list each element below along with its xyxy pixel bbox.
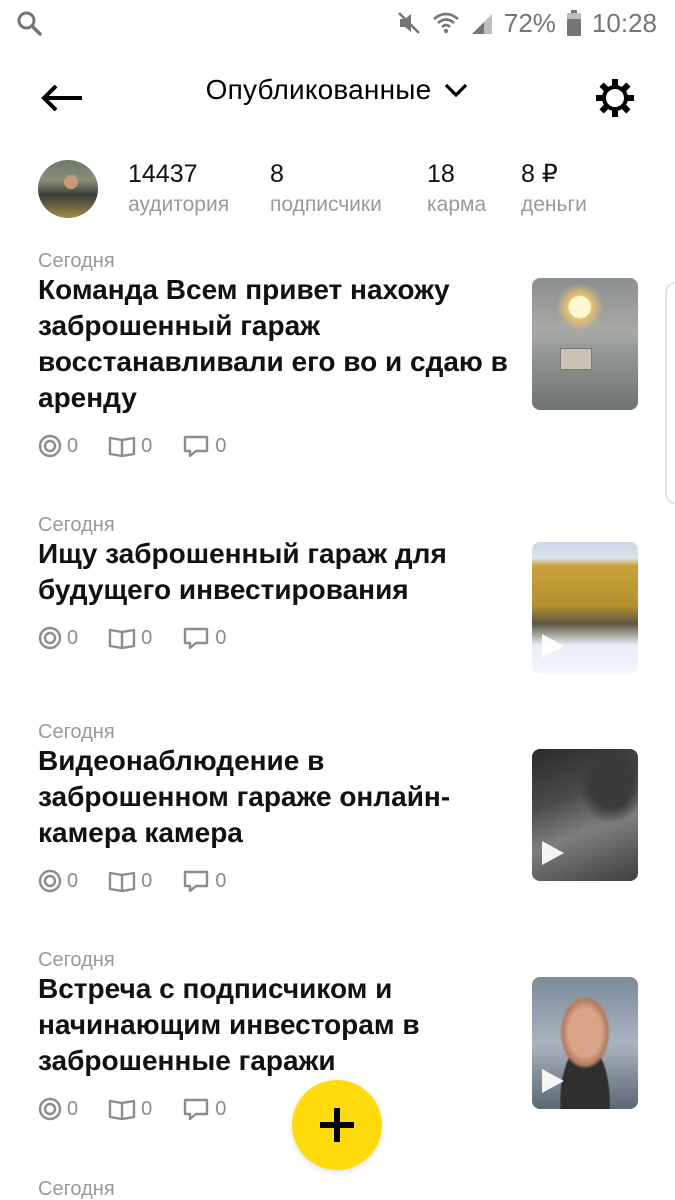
comments-count: 0: [215, 869, 227, 892]
reads-count: 0: [141, 869, 153, 892]
book-icon: [108, 871, 136, 892]
publication-card[interactable]: Сегодня Видеонаблюдение в заброшенном га…: [0, 721, 675, 921]
edge-panel-handle[interactable]: [665, 282, 675, 504]
publication-card[interactable]: Сегодня Ищу заброшенный гараж для будуще…: [0, 514, 675, 684]
views-metric: 0: [38, 1097, 78, 1121]
comments-metric: 0: [182, 626, 226, 650]
views-icon: [38, 626, 62, 650]
comment-icon: [184, 435, 209, 458]
stat-label: подписчики: [270, 193, 382, 216]
publication-date: Сегодня: [38, 721, 115, 743]
publication-filter-dropdown[interactable]: Опубликованные: [0, 74, 675, 106]
publication-title: Встреча с подписчиком и начинающим инвес…: [38, 973, 420, 1076]
avatar[interactable]: [38, 160, 98, 218]
views-count: 0: [67, 869, 79, 892]
reads-metric: 0: [108, 870, 152, 893]
publication-title: Команда Всем привет нахожу заброшенный г…: [38, 274, 508, 413]
profile-stats: 14437 аудитория 8 подписчики 18 карма 8 …: [0, 160, 675, 220]
comment-icon: [184, 1098, 209, 1121]
reads-metric: 0: [108, 435, 152, 458]
stat-audience[interactable]: 14437 аудитория: [128, 160, 229, 220]
views-count: 0: [67, 434, 79, 457]
stat-value: 14437: [128, 160, 198, 188]
views-icon: [38, 869, 62, 893]
book-icon: [108, 628, 136, 649]
search-icon[interactable]: [16, 10, 42, 36]
publication-metrics: 0 0 0: [38, 869, 226, 893]
views-icon: [38, 434, 62, 458]
publication-thumbnail: [532, 749, 638, 881]
comments-metric: 0: [182, 869, 226, 893]
publication-date: Сегодня: [38, 1178, 115, 1200]
comment-icon: [184, 870, 209, 893]
publication-card[interactable]: Сегодня Команда Всем привет нахожу забро…: [0, 250, 675, 470]
stat-label: аудитория: [128, 193, 230, 216]
create-publication-button[interactable]: [292, 1080, 382, 1170]
publication-date: Сегодня: [38, 514, 115, 536]
wifi-icon: [433, 12, 459, 34]
publication-date: Сегодня: [38, 250, 115, 272]
comments-count: 0: [215, 434, 227, 457]
stat-label: карма: [427, 193, 487, 216]
play-icon: [542, 1069, 564, 1093]
publication-thumbnail: [532, 977, 638, 1109]
publication-metrics: 0 0 0: [38, 434, 226, 458]
book-icon: [108, 436, 136, 457]
publication-metrics: 0 0 0: [38, 1097, 226, 1121]
views-metric: 0: [38, 626, 78, 650]
battery-icon: [566, 10, 581, 36]
views-count: 0: [67, 1097, 79, 1120]
publication-title: Видеонаблюдение в заброшенном гараже онл…: [38, 745, 451, 848]
publication-thumbnail: [532, 542, 638, 674]
stat-karma[interactable]: 18 карма: [427, 160, 486, 220]
play-icon: [542, 841, 564, 865]
stat-value: 8 ₽: [521, 160, 558, 188]
reads-count: 0: [141, 626, 153, 649]
play-icon: [542, 634, 564, 658]
page-title: Опубликованные: [205, 74, 432, 105]
gear-icon[interactable]: [593, 76, 637, 120]
views-metric: 0: [38, 434, 78, 458]
reads-count: 0: [141, 1097, 153, 1120]
comments-count: 0: [215, 1097, 227, 1120]
battery-percent: 72%: [503, 7, 556, 38]
comment-icon: [184, 627, 209, 650]
plus-icon: [320, 1108, 354, 1142]
book-icon: [108, 1099, 136, 1120]
status-icons: 72% 10:28: [396, 6, 657, 40]
publication-date: Сегодня: [38, 949, 115, 971]
mute-icon: [397, 12, 420, 34]
stat-value: 18: [427, 160, 455, 188]
reads-metric: 0: [108, 1098, 152, 1121]
chevron-down-icon: [445, 83, 468, 98]
status-bar: 72% 10:28: [0, 0, 675, 46]
publication-card[interactable]: Сегодня: [0, 1178, 675, 1200]
app-header: Опубликованные: [0, 62, 675, 134]
reads-count: 0: [141, 434, 153, 457]
views-metric: 0: [38, 869, 78, 893]
views-icon: [38, 1097, 62, 1121]
comments-count: 0: [215, 626, 227, 649]
comments-metric: 0: [182, 1097, 226, 1121]
reads-metric: 0: [108, 627, 152, 650]
stat-subscribers[interactable]: 8 подписчики: [270, 160, 382, 220]
comments-metric: 0: [182, 434, 226, 458]
stat-value: 8: [270, 160, 284, 188]
publication-thumbnail: [532, 278, 638, 410]
publication-metrics: 0 0 0: [38, 626, 226, 650]
stat-money[interactable]: 8 ₽ деньги: [521, 160, 587, 220]
signal-icon: [471, 14, 492, 34]
views-count: 0: [67, 626, 79, 649]
stat-label: деньги: [521, 193, 587, 216]
status-time: 10:28: [591, 7, 657, 38]
publication-title: Ищу заброшенный гараж для будущего инвес…: [38, 538, 447, 605]
